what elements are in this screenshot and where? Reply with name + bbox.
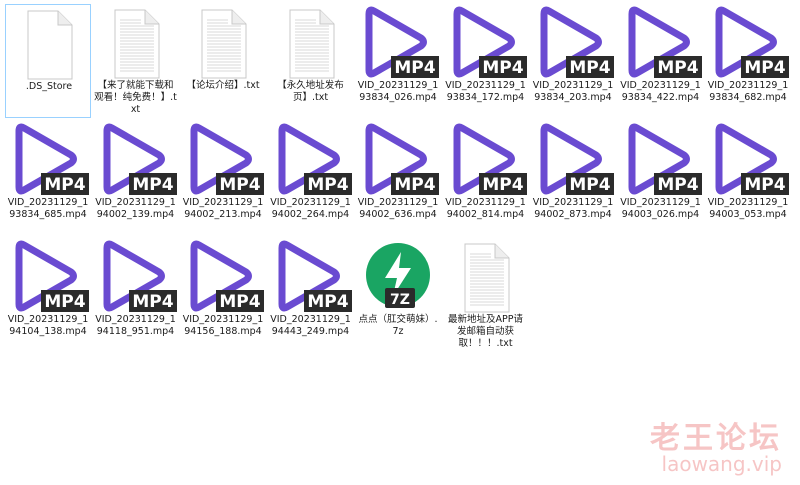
file-name-label: VID_20231129_194003_026.mp4 — [620, 197, 701, 220]
file-name-label: .DS_Store — [25, 81, 73, 92]
file-item[interactable]: MP4 VID_20231129_194003_026.mp4 — [618, 121, 704, 235]
file-item[interactable]: 【来了就能下载和观看！纯免费！】.txt — [93, 4, 179, 118]
file-name-label: VID_20231129_193834_682.mp4 — [707, 80, 789, 103]
file-name-label: 【论坛介绍】.txt — [186, 80, 260, 91]
7z-archive-icon: 7Z — [366, 243, 430, 308]
mp4-badge-label: MP4 — [482, 58, 523, 78]
mp4-badge-label: MP4 — [394, 175, 435, 195]
mp4-badge-label: MP4 — [569, 175, 610, 195]
file-name-label: VID_20231129_194003_053.mp4 — [707, 197, 789, 220]
mp4-badge-label: MP4 — [44, 175, 85, 195]
file-item[interactable]: MP4 VID_20231129_194002_213.mp4 — [180, 121, 266, 235]
file-name-label: 最新地址及APP请发邮箱自动获取！！！.txt — [448, 314, 523, 349]
file-name-label: VID_20231129_194118_951.mp4 — [95, 314, 176, 337]
text-file-icon — [114, 9, 159, 79]
mp4-video-icon: MP4 — [715, 6, 789, 78]
mp4-badge-label: MP4 — [744, 175, 785, 195]
file-name-label: 【来了就能下载和观看！纯免费！】.txt — [94, 80, 177, 115]
file-item[interactable]: MP4 VID_20231129_193834_685.mp4 — [5, 121, 91, 235]
mp4-video-icon: MP4 — [540, 123, 614, 195]
file-name-label: VID_20231129_194156_188.mp4 — [182, 314, 264, 337]
text-file-icon — [464, 243, 509, 313]
file-name-label: VID_20231129_194002_636.mp4 — [357, 197, 439, 220]
mp4-video-icon: MP4 — [628, 123, 702, 195]
file-name-label: VID_20231129_193834_203.mp4 — [532, 80, 614, 103]
text-file-icon — [289, 9, 334, 79]
file-name-label: VID_20231129_194104_138.mp4 — [7, 314, 89, 337]
mp4-video-icon: MP4 — [278, 240, 352, 312]
mp4-video-icon: MP4 — [365, 6, 439, 78]
mp4-video-icon: MP4 — [190, 240, 264, 312]
mp4-badge-label: MP4 — [307, 175, 348, 195]
file-item[interactable]: MP4 VID_20231129_194443_249.mp4 — [268, 238, 354, 352]
mp4-video-icon: MP4 — [453, 6, 527, 78]
file-name-label: VID_20231129_193834_422.mp4 — [620, 80, 701, 103]
file-name-label: VID_20231129_194443_249.mp4 — [270, 314, 351, 337]
file-name-label: VID_20231129_194002_264.mp4 — [270, 197, 351, 220]
file-item[interactable]: 【论坛介绍】.txt — [180, 4, 266, 118]
file-item[interactable]: MP4 VID_20231129_193834_682.mp4 — [705, 4, 791, 118]
file-item[interactable]: MP4 VID_20231129_194002_139.mp4 — [93, 121, 179, 235]
mp4-badge-label: MP4 — [744, 58, 785, 78]
file-name-label: VID_20231129_194002_814.mp4 — [445, 197, 526, 220]
mp4-video-icon: MP4 — [628, 6, 702, 78]
file-item[interactable]: MP4 VID_20231129_193834_203.mp4 — [530, 4, 616, 118]
mp4-video-icon: MP4 — [453, 123, 527, 195]
file-name-label: 【永久地址发布页】.txt — [277, 80, 344, 103]
blank-file-icon — [27, 10, 73, 80]
watermark-title: 老王论坛 — [650, 421, 782, 456]
mp4-video-icon: MP4 — [715, 123, 789, 195]
mp4-video-icon: MP4 — [15, 240, 89, 312]
archive-badge-label: 7Z — [390, 292, 410, 308]
file-name-label: VID_20231129_194002_213.mp4 — [182, 197, 264, 220]
file-item[interactable]: MP4 VID_20231129_194003_053.mp4 — [705, 121, 791, 235]
mp4-badge-label: MP4 — [132, 175, 173, 195]
file-item[interactable]: MP4 VID_20231129_194002_636.mp4 — [355, 121, 441, 235]
file-name-label: VID_20231129_193834_026.mp4 — [357, 80, 439, 103]
mp4-video-icon: MP4 — [540, 6, 614, 78]
file-item[interactable]: .DS_Store — [5, 4, 91, 118]
file-item[interactable]: 最新地址及APP请发邮箱自动获取！！！.txt — [443, 238, 529, 352]
file-item[interactable]: 【永久地址发布页】.txt — [268, 4, 354, 118]
mp4-badge-label: MP4 — [569, 58, 610, 78]
mp4-video-icon: MP4 — [190, 123, 264, 195]
mp4-badge-label: MP4 — [657, 58, 698, 78]
file-item[interactable]: MP4 VID_20231129_194002_814.mp4 — [443, 121, 529, 235]
file-item[interactable]: MP4 VID_20231129_194156_188.mp4 — [180, 238, 266, 352]
file-item[interactable]: MP4 VID_20231129_193834_026.mp4 — [355, 4, 441, 118]
file-name-label: VID_20231129_194002_873.mp4 — [532, 197, 614, 220]
file-name-label: 点点（肛交萌妹）.7z — [358, 314, 438, 337]
mp4-video-icon: MP4 — [365, 123, 439, 195]
file-item[interactable]: 7Z 点点（肛交萌妹）.7z — [355, 238, 441, 352]
mp4-video-icon: MP4 — [278, 123, 352, 195]
file-item[interactable]: MP4 VID_20231129_194002_264.mp4 — [268, 121, 354, 235]
watermark-url: laowang.vip — [661, 452, 782, 476]
file-name-label: VID_20231129_194002_139.mp4 — [95, 197, 176, 220]
text-file-icon — [201, 9, 247, 79]
file-item[interactable]: MP4 VID_20231129_194002_873.mp4 — [530, 121, 616, 235]
mp4-badge-label: MP4 — [394, 58, 435, 78]
file-name-label: VID_20231129_193834_172.mp4 — [445, 80, 526, 103]
mp4-video-icon: MP4 — [15, 123, 89, 195]
file-item[interactable]: MP4 VID_20231129_194104_138.mp4 — [5, 238, 91, 352]
mp4-badge-label: MP4 — [44, 292, 85, 312]
file-item[interactable]: MP4 VID_20231129_193834_172.mp4 — [443, 4, 529, 118]
mp4-badge-label: MP4 — [132, 292, 173, 312]
mp4-badge-label: MP4 — [482, 175, 523, 195]
mp4-badge-label: MP4 — [219, 292, 260, 312]
mp4-badge-label: MP4 — [307, 292, 348, 312]
mp4-video-icon: MP4 — [103, 123, 177, 195]
mp4-video-icon: MP4 — [103, 240, 177, 312]
file-item[interactable]: MP4 VID_20231129_193834_422.mp4 — [618, 4, 704, 118]
file-item[interactable]: MP4 VID_20231129_194118_951.mp4 — [93, 238, 179, 352]
file-name-label: VID_20231129_193834_685.mp4 — [7, 197, 89, 220]
mp4-badge-label: MP4 — [657, 175, 698, 195]
mp4-badge-label: MP4 — [219, 175, 260, 195]
